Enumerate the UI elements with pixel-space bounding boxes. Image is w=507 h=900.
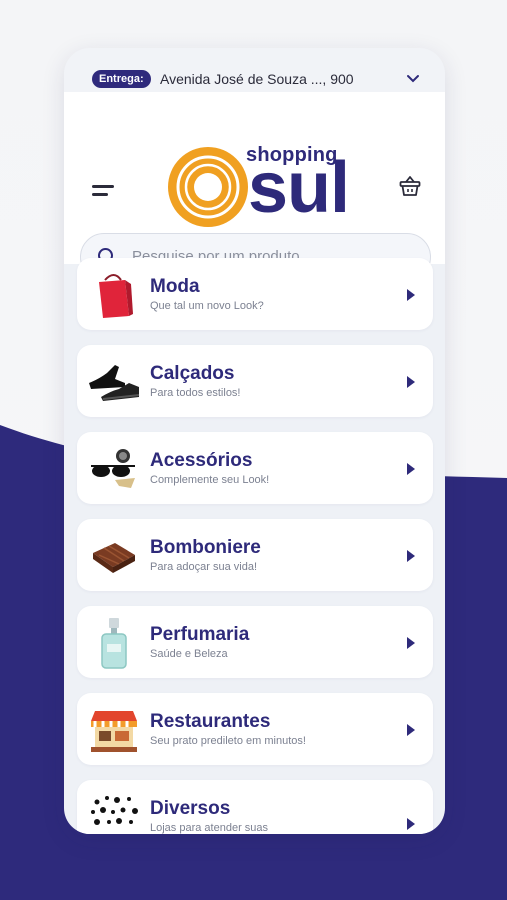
chevron-right-icon [407,463,415,475]
delivery-label: Entrega: [92,70,151,88]
category-subtitle: Para adoçar sua vida! [150,561,258,573]
basket-icon[interactable] [398,174,422,198]
chevron-down-icon[interactable] [406,72,420,86]
chevron-right-icon [407,376,415,388]
category-title: Acessórios [150,450,253,471]
app-header: shopping sul Pesquise por um produto [64,92,445,281]
category-card-diversos[interactable]: Diversos Lojas para atender suas [77,780,433,834]
chevron-right-icon [407,818,415,830]
category-title: Perfumaria [150,624,250,645]
category-subtitle: Seu prato predileto em minutos! [150,735,306,747]
restaurant-icon [85,701,143,759]
category-subtitle: Que tal um novo Look? [150,300,264,312]
category-subtitle: Complemente seu Look! [150,474,270,486]
shoes-icon [85,353,143,411]
category-subtitle: Para todos estilos! [150,387,241,399]
chevron-right-icon [407,637,415,649]
category-title: Bomboniere [150,537,261,558]
shopping-bag-icon [85,266,143,324]
sunglasses-watch-icon [85,440,143,498]
category-title: Diversos [150,798,231,819]
delivery-address[interactable]: Avenida José de Souza ..., 900 [160,70,354,88]
category-card-calcados[interactable]: Calçados Para todos estilos! [77,345,433,417]
perfume-icon [85,614,143,672]
category-subtitle: Lojas para atender suas [150,822,269,834]
category-card-bomboniere[interactable]: Bomboniere Para adoçar sua vida! [77,519,433,591]
category-title: Moda [150,276,200,297]
category-card-perfumaria[interactable]: Perfumaria Saúde e Beleza [77,606,433,678]
category-card-acessorios[interactable]: Acessórios Complemente seu Look! [77,432,433,504]
category-title: Calçados [150,363,235,384]
logo-sul-text: sul [248,148,350,228]
chevron-right-icon [407,550,415,562]
category-title: Restaurantes [150,711,271,732]
chevron-right-icon [407,724,415,736]
chocolate-icon [85,527,143,585]
delivery-bar[interactable]: Entrega: Avenida José de Souza ..., 900 [64,48,445,92]
dots-icon [85,788,143,834]
category-card-restaurantes[interactable]: Restaurantes Seu prato predileto em minu… [77,693,433,765]
category-subtitle: Saúde e Beleza [150,648,228,660]
chevron-right-icon [407,289,415,301]
category-card-moda[interactable]: Moda Que tal um novo Look? [77,258,433,330]
phone-frame: Entrega: Avenida José de Souza ..., 900 … [64,48,445,834]
menu-icon[interactable] [92,185,114,199]
